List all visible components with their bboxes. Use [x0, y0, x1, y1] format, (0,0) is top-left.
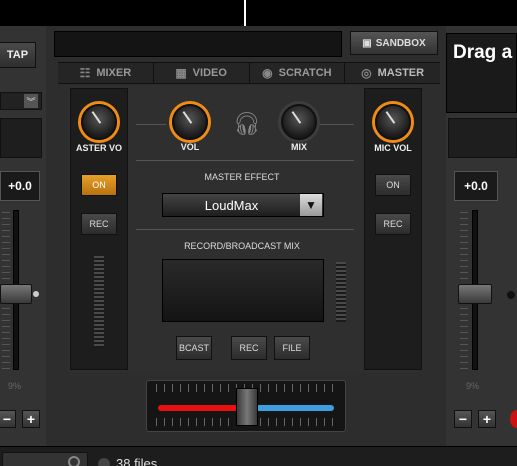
right-pitch-display: +0.0: [454, 171, 498, 201]
center-tabs: ☷ MIXER ▦ VIDEO ◉ SCRATCH ◎ MASTER: [58, 62, 440, 84]
record-broadcast-title: RECORD/BROADCAST MIX: [184, 241, 300, 251]
left-pitch-range: 9%: [8, 381, 22, 391]
center-info-bar: [54, 31, 342, 57]
left-deck-panel: [0, 118, 42, 158]
sandbox-button[interactable]: ▣ SANDBOX: [350, 31, 438, 55]
master-effect-select[interactable]: LoudMax ▼: [162, 193, 324, 217]
right-pitch-plus-button[interactable]: +: [478, 410, 496, 428]
master-effect-title: MASTER EFFECT: [204, 172, 280, 182]
master-rec-button[interactable]: REC: [81, 213, 117, 235]
folder-status-icon: [98, 457, 110, 466]
crossfader-handle[interactable]: [236, 388, 258, 426]
tab-label: MIXER: [96, 67, 132, 79]
mic-volume-knob[interactable]: [375, 104, 411, 140]
master-volume-label: ASTER VO: [75, 143, 122, 153]
file-count-label: 38 files: [116, 456, 158, 466]
dropdown-arrow-icon[interactable]: ▼: [300, 194, 322, 216]
crossfader-left-level: [158, 405, 238, 411]
crossfader-right-level: [252, 405, 334, 411]
mix-label: MIX: [290, 142, 307, 152]
right-pitch-range: 9%: [466, 381, 480, 391]
record-button[interactable]: REC: [231, 336, 267, 360]
tab-master[interactable]: ◎ MASTER: [345, 63, 440, 83]
tab-label: MASTER: [377, 67, 425, 79]
master-on-button[interactable]: ON: [81, 174, 117, 196]
mic-rec-button[interactable]: REC: [375, 213, 411, 235]
tab-label: SCRATCH: [278, 67, 332, 79]
tab-label: VIDEO: [192, 67, 227, 79]
file-button[interactable]: FILE: [274, 336, 310, 360]
record-vu-meter: [336, 262, 346, 322]
file-count: 38 files: [98, 456, 157, 466]
right-deck-panel: [448, 118, 517, 158]
mic-on-button[interactable]: ON: [375, 174, 411, 196]
master-effect-value: LoudMax: [204, 197, 259, 213]
divider: [318, 124, 354, 125]
cube-icon: ▣: [362, 37, 372, 49]
sandbox-label: SANDBOX: [375, 37, 426, 49]
right-pitch-slider-handle[interactable]: [458, 284, 492, 304]
search-icon[interactable]: [68, 456, 80, 466]
master-vu-meter: [94, 256, 104, 348]
mixer-icon: ☷: [79, 66, 91, 80]
left-pitch-display: +0.0: [0, 171, 40, 201]
divider: [136, 124, 166, 125]
playhead-line: [244, 0, 246, 26]
top-waveform-strip: [0, 0, 517, 26]
target-icon: ◎: [361, 66, 372, 80]
master-volume-knob[interactable]: [81, 104, 117, 140]
vinyl-icon: ◉: [262, 66, 273, 80]
left-pitch-minus-button[interactable]: −: [0, 410, 16, 428]
vol-knob[interactable]: [172, 104, 208, 140]
chevron-double-down-icon[interactable]: ︾: [24, 94, 38, 108]
right-pitch-minus-button[interactable]: −: [454, 410, 472, 428]
film-icon: ▦: [175, 66, 187, 80]
broadcast-button[interactable]: BCAST: [176, 336, 212, 360]
right-deck-drop-area[interactable]: Drag a: [446, 33, 517, 113]
divider: [136, 229, 354, 230]
headphones-icon: 🎧︎: [233, 111, 261, 136]
divider: [136, 160, 354, 161]
left-pitch-plus-button[interactable]: +: [22, 410, 40, 428]
record-display: [162, 259, 324, 322]
vol-label: VOL: [180, 142, 200, 152]
left-pitch-slider-handle[interactable]: [0, 284, 32, 304]
mic-volume-label: MIC VOL: [374, 143, 412, 153]
tab-scratch[interactable]: ◉ SCRATCH: [250, 63, 346, 83]
tab-mixer[interactable]: ☷ MIXER: [58, 63, 154, 83]
left-pitch-center-dot: [33, 291, 39, 297]
tap-button[interactable]: TAP: [0, 42, 36, 68]
mix-knob[interactable]: [281, 104, 317, 140]
tab-video[interactable]: ▦ VIDEO: [154, 63, 250, 83]
record-indicator-icon[interactable]: [510, 410, 517, 428]
right-pitch-reset-dot[interactable]: [505, 289, 517, 301]
